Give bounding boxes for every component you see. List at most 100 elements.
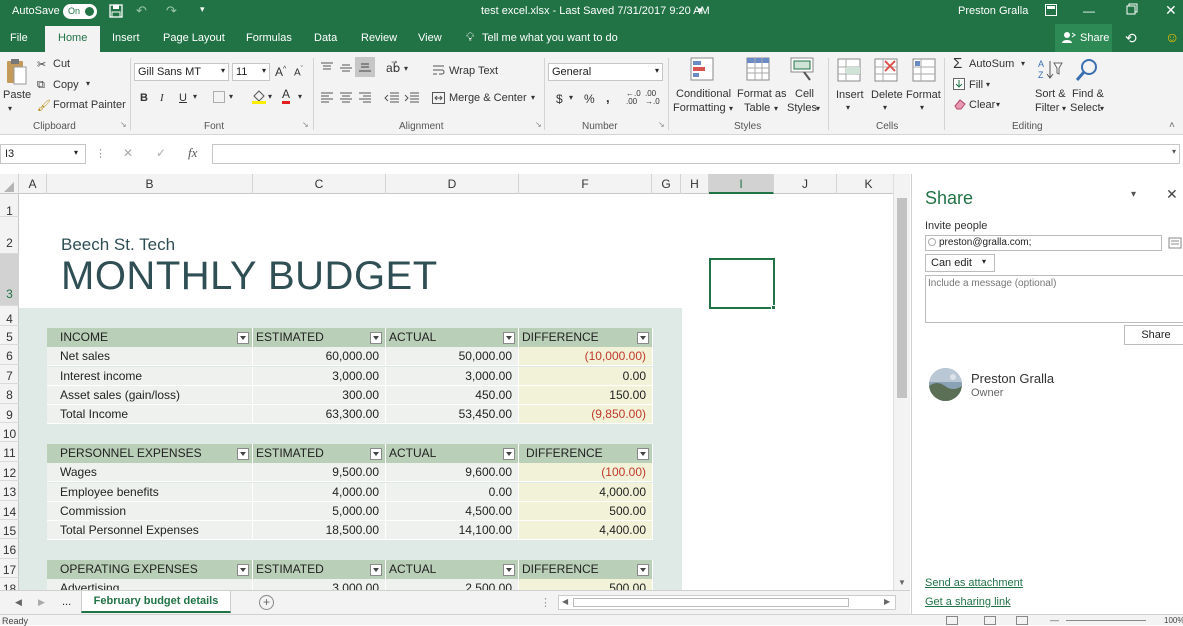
column-title[interactable]: ACTUAL [386, 560, 519, 579]
cell-styles-label-1[interactable]: Cell [795, 88, 814, 100]
get-sharing-link[interactable]: Get a sharing link [925, 596, 1011, 608]
top-align-icon[interactable] [320, 62, 334, 77]
actual-value[interactable]: 53,450.00 [386, 405, 519, 424]
column-header-selected[interactable]: I [709, 174, 774, 194]
increase-indent-icon[interactable] [404, 92, 420, 107]
delete-cells-icon[interactable] [874, 58, 898, 85]
font-color-dropdown-icon[interactable]: ▾ [298, 92, 302, 101]
borders-dropdown-icon[interactable]: ▾ [229, 92, 233, 101]
sheet-tab-active[interactable]: February budget details [81, 591, 231, 613]
chevron-down-icon[interactable]: ▾ [920, 103, 924, 112]
tab-file[interactable]: File [10, 32, 28, 44]
decrease-font-icon[interactable]: Aˇ [294, 66, 303, 78]
row-header[interactable]: 4 [0, 306, 19, 326]
actual-value[interactable]: 50,000.00 [386, 347, 519, 366]
row-header[interactable]: 5 [0, 326, 19, 345]
format-cells-button[interactable]: Format [906, 89, 941, 101]
align-right-icon[interactable] [358, 92, 372, 107]
font-color-icon[interactable]: A [282, 88, 291, 104]
undo-icon[interactable]: ↶ [136, 3, 147, 19]
message-textarea[interactable]: Include a message (optional) [925, 275, 1183, 323]
column-header[interactable]: K [837, 174, 901, 194]
actual-value[interactable]: 3,000.00 [386, 367, 519, 386]
format-painter-icon[interactable]: 🖌︎ [37, 99, 51, 112]
row-header[interactable]: 9 [0, 404, 19, 423]
row-label[interactable]: Net sales [47, 347, 253, 366]
number-launcher-icon[interactable]: ↘ [658, 120, 665, 129]
column-title[interactable]: PERSONNEL EXPENSES [47, 444, 253, 463]
filter-dropdown-icon[interactable] [637, 448, 649, 460]
restore-icon[interactable] [1126, 3, 1138, 18]
number-format-box[interactable]: General ▾ [548, 63, 663, 81]
chevron-down-icon[interactable]: ▾ [1021, 59, 1025, 68]
insert-cells-button[interactable]: Insert [836, 89, 864, 101]
merge-center-icon[interactable] [432, 92, 445, 107]
column-title[interactable]: ESTIMATED [253, 560, 386, 579]
filter-dropdown-icon[interactable] [237, 448, 249, 460]
format-as-table-icon[interactable] [746, 57, 772, 86]
merge-center-button[interactable]: Merge & Center [449, 92, 527, 104]
row-header[interactable]: 8 [0, 384, 19, 404]
filter-dropdown-icon[interactable] [503, 332, 515, 344]
actual-value[interactable]: 450.00 [386, 386, 519, 405]
sort-filter-icon[interactable]: AZ [1037, 57, 1063, 86]
bottom-align-button[interactable] [355, 57, 375, 77]
close-icon[interactable]: ✕ [1165, 2, 1177, 19]
borders-icon[interactable] [213, 91, 225, 106]
column-title[interactable]: OPERATING EXPENSES [47, 560, 253, 579]
row-header[interactable]: 10 [0, 423, 19, 442]
cut-button[interactable]: Cut [53, 58, 70, 70]
more-sheets-button[interactable]: ... [62, 596, 71, 608]
estimated-value[interactable]: 9,500.00 [253, 463, 386, 482]
paste-icon[interactable] [5, 58, 27, 89]
save-icon[interactable] [109, 4, 123, 21]
paste-dropdown-icon[interactable]: ▾ [8, 104, 12, 113]
estimated-value[interactable]: 4,000.00 [253, 483, 386, 502]
vertical-scrollbar[interactable]: ▼ [893, 174, 910, 590]
tab-review[interactable]: Review [361, 32, 397, 44]
column-title[interactable]: ESTIMATED [253, 328, 386, 347]
difference-value[interactable]: 150.00 [519, 386, 653, 405]
row-label[interactable]: Interest income [47, 367, 253, 386]
chevron-down-icon[interactable]: ▾ [996, 100, 1000, 109]
horizontal-scrollbar[interactable]: ◀ ▶ [558, 595, 896, 610]
bold-button[interactable]: B [140, 92, 148, 104]
conditional-formatting-label-1[interactable]: Conditional [676, 88, 731, 100]
sort-filter-label-2[interactable]: Filter [1035, 102, 1059, 114]
filter-dropdown-icon[interactable] [370, 564, 382, 576]
estimated-value[interactable]: 60,000.00 [253, 347, 386, 366]
filter-dropdown-icon[interactable] [370, 332, 382, 344]
scroll-right-icon[interactable]: ▶ [38, 597, 45, 608]
permission-select[interactable]: Can edit ▾ [925, 254, 995, 272]
increase-font-icon[interactable]: A^ [275, 65, 286, 79]
filter-dropdown-icon[interactable] [637, 564, 649, 576]
difference-value[interactable]: (10,000.00) [519, 347, 653, 366]
tab-formulas[interactable]: Formulas [246, 32, 292, 44]
tell-me-search[interactable]: Tell me what you want to do [482, 32, 618, 44]
estimated-value[interactable]: 63,300.00 [253, 405, 386, 424]
worksheet-grid[interactable]: Beech St. Tech MONTHLY BUDGET INCOME EST… [19, 194, 892, 590]
clipboard-launcher-icon[interactable]: ↘ [120, 120, 127, 129]
wrap-text-button[interactable]: Wrap Text [449, 65, 498, 77]
column-header[interactable]: H [681, 174, 709, 194]
cell-styles-icon[interactable] [790, 57, 816, 86]
chevron-down-icon[interactable]: ▾ [1100, 104, 1104, 113]
zoom-level[interactable]: 100% [1164, 617, 1183, 625]
scroll-left-icon[interactable]: ◀ [15, 597, 22, 608]
tab-home[interactable]: Home [45, 26, 101, 52]
cut-icon[interactable]: ✂ [37, 58, 46, 71]
filter-dropdown-icon[interactable] [503, 448, 515, 460]
clear-button[interactable]: Clear [969, 99, 995, 111]
company-name[interactable]: Beech St. Tech [61, 235, 175, 255]
user-name[interactable]: Preston Gralla [958, 5, 1028, 17]
align-center-icon[interactable] [339, 92, 353, 107]
merge-dropdown-icon[interactable]: ▾ [531, 93, 535, 102]
row-header[interactable]: 2 [0, 217, 19, 254]
find-select-label-1[interactable]: Find & [1072, 88, 1104, 100]
orientation-icon[interactable]: ab⃗ [386, 61, 400, 75]
clear-icon[interactable] [953, 98, 966, 113]
cancel-entry-icon[interactable]: ✕ [123, 146, 133, 160]
row-label[interactable]: Advertising [47, 579, 253, 590]
difference-value[interactable]: (9,850.00) [519, 405, 653, 424]
column-header[interactable]: G [652, 174, 681, 194]
